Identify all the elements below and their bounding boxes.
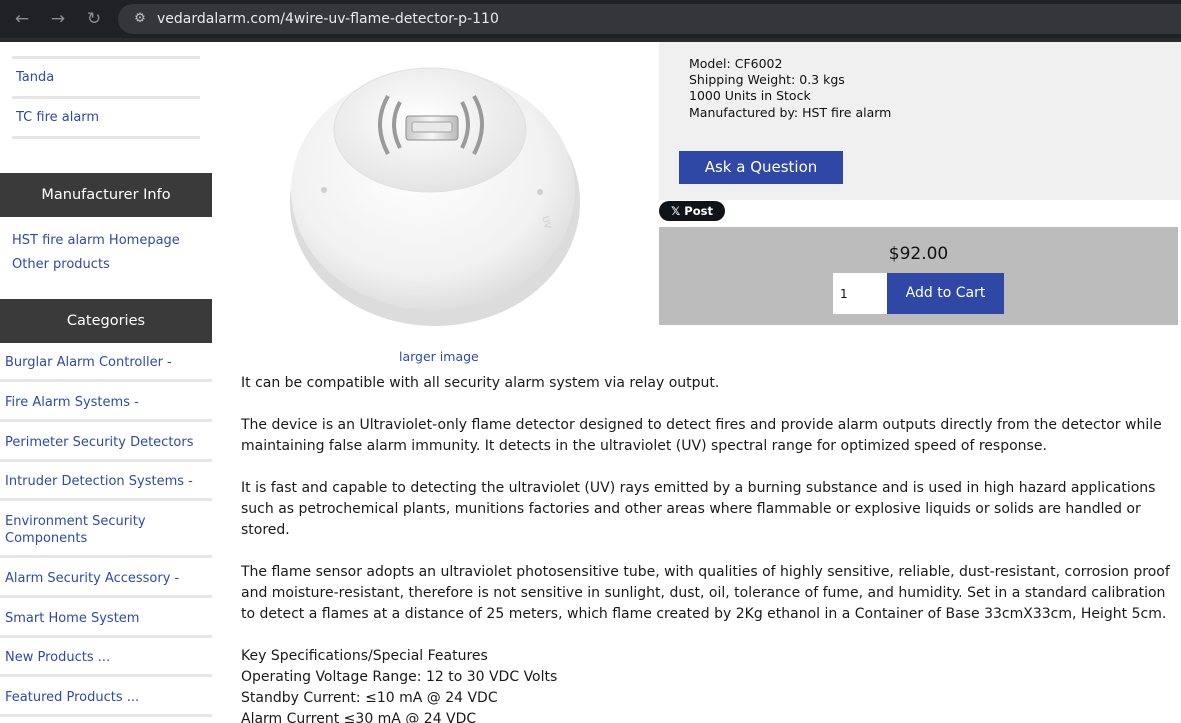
spec-item: Standby Current: ≤10 mA @ 24 VDC	[241, 690, 498, 706]
category-item[interactable]: Environment Security Components	[5, 513, 205, 547]
product-description: It can be compatible with all security a…	[241, 373, 1176, 723]
manufacturer-info-header: Manufacturer Info	[0, 173, 212, 217]
categories-header: Categories	[0, 299, 212, 343]
divider	[0, 498, 212, 501]
description-paragraph: The device is an Ultraviolet-only flame …	[241, 417, 1162, 454]
sidebar-link-tanda[interactable]: Tanda	[16, 70, 54, 85]
spec-item: Operating Voltage Range: 12 to 30 VDC Vo…	[241, 669, 558, 685]
divider	[12, 96, 200, 99]
url-text[interactable]: vedardalarm.com/4wire-uv-flame-detector-…	[157, 11, 499, 27]
sidebar: Tanda TC fire alarm Manufacturer Info HS…	[0, 42, 212, 723]
reload-icon[interactable]: ↻	[83, 8, 105, 30]
product-price: $92.00	[888, 244, 949, 264]
cart-panel: $92.00 Add to Cart	[659, 227, 1178, 325]
divider	[0, 674, 212, 677]
description-paragraph: It can be compatible with all security a…	[241, 375, 720, 391]
product-info-panel: Model: CF6002 Shipping Weight: 0.3 kgs 1…	[659, 42, 1181, 200]
divider	[0, 635, 212, 638]
category-item[interactable]: Featured Products ...	[5, 689, 205, 706]
address-bar[interactable]: ⚙ vedardalarm.com/4wire-uv-flame-detecto…	[118, 4, 1181, 34]
description-paragraph: It is fast and capable to detecting the …	[241, 480, 1156, 538]
divider	[0, 714, 212, 717]
spec-heading: Key Specifications/Special Features	[241, 648, 488, 664]
category-item[interactable]: Burglar Alarm Controller -	[5, 354, 205, 371]
category-item[interactable]: Smart Home System	[5, 610, 205, 627]
divider	[0, 419, 212, 422]
divider	[0, 459, 212, 462]
divider	[0, 555, 212, 558]
other-products-link[interactable]: Other products	[12, 257, 110, 272]
category-item[interactable]: New Products ...	[5, 649, 205, 666]
spec-item: Alarm Current ≤30 mA @ 24 VDC	[241, 711, 477, 723]
sidebar-link-tc-fire-alarm[interactable]: TC fire alarm	[16, 110, 99, 125]
spec-list: Key Specifications/Special Features Oper…	[241, 646, 1176, 723]
divider	[0, 595, 212, 598]
manufacturer-homepage-link[interactable]: HST fire alarm Homepage	[12, 233, 180, 248]
forward-arrow-icon[interactable]: →	[47, 8, 69, 30]
category-item[interactable]: Alarm Security Accessory -	[5, 570, 205, 587]
model-text: Model: CF6002	[689, 56, 783, 71]
category-item[interactable]: Intruder Detection Systems -	[5, 473, 205, 490]
divider	[0, 379, 212, 382]
larger-image-link[interactable]: larger image	[399, 349, 479, 364]
manufacturer-text: Manufactured by: HST fire alarm	[689, 105, 892, 120]
ask-question-button[interactable]: Ask a Question	[679, 151, 843, 184]
stock-text: 1000 Units in Stock	[689, 88, 811, 103]
category-item[interactable]: Perimeter Security Detectors	[5, 434, 205, 451]
flame-detector-illustration: UV	[290, 67, 580, 326]
add-to-cart-button[interactable]: Add to Cart	[887, 273, 1004, 314]
browser-toolbar: ← → ↻ ⚙ vedardalarm.com/4wire-uv-flame-d…	[0, 0, 1181, 38]
divider	[12, 136, 200, 139]
product-image[interactable]: UV	[280, 42, 590, 332]
shipping-weight-text: Shipping Weight: 0.3 kgs	[689, 72, 845, 87]
description-paragraph: The flame sensor adopts an ultraviolet p…	[241, 564, 1170, 622]
divider	[12, 56, 200, 59]
site-info-icon[interactable]: ⚙	[130, 9, 150, 29]
category-item[interactable]: Fire Alarm Systems -	[5, 394, 205, 411]
quantity-input[interactable]	[833, 273, 887, 314]
back-arrow-icon[interactable]: ←	[11, 8, 33, 30]
x-post-button[interactable]: 𝕏 Post	[659, 201, 725, 221]
